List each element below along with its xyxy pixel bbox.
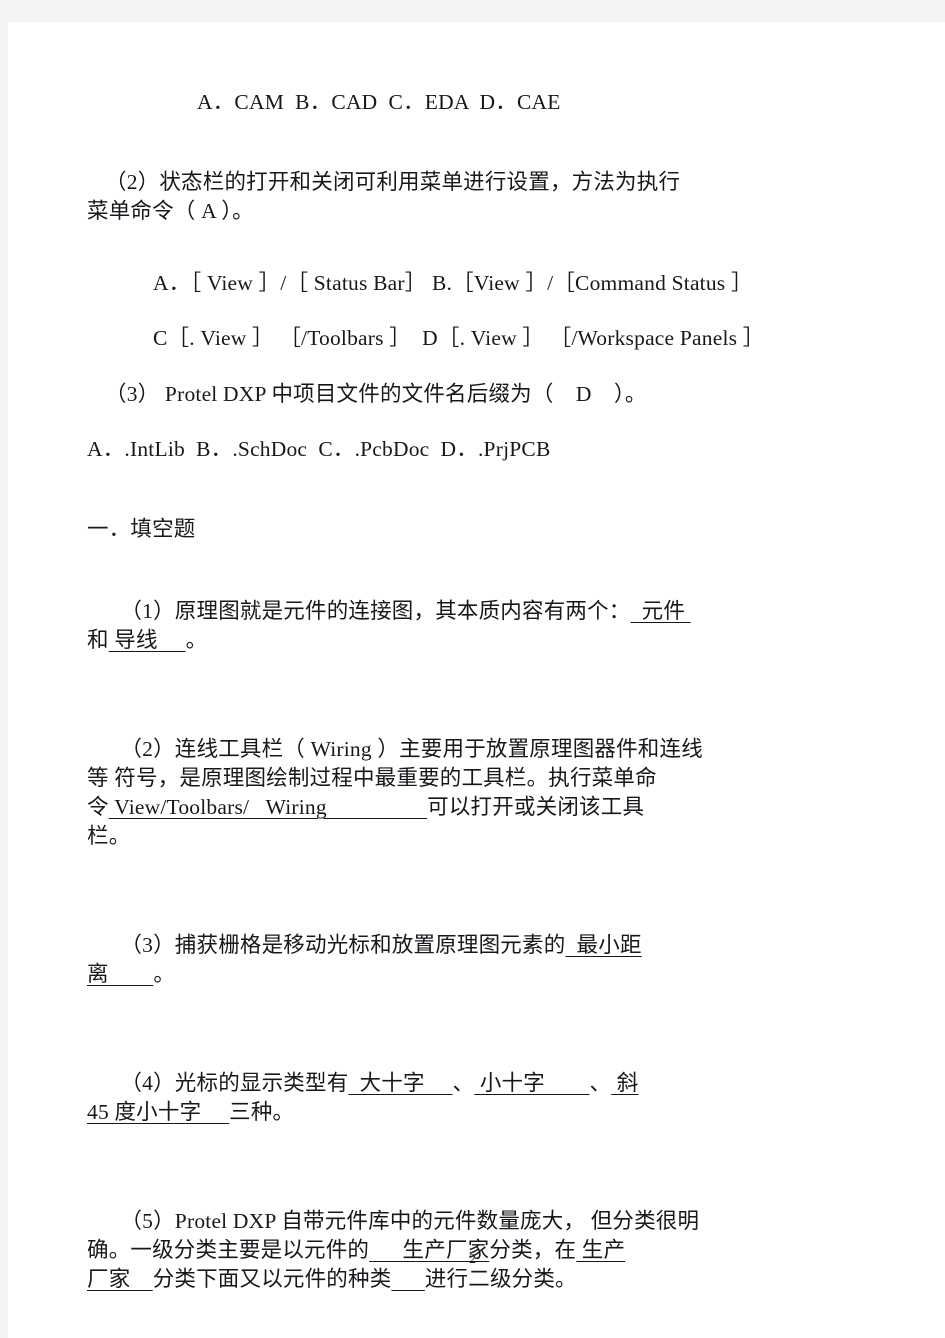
- fill-item-4-text-c: 、: [589, 1071, 612, 1095]
- fill-item-1-text-a: （1）原理图就是元件的连接图，其本质内容有两个：: [120, 599, 631, 623]
- fill-item-5: （5）Protel DXP 自带元件库中的元件数量庞大， 但分类很明 确。一级分…: [87, 1178, 830, 1323]
- fill-item-3: （3）捕获栅格是移动光标和放置原理图元素的 最小距 离 。: [87, 902, 830, 1018]
- fill-item-4-text-a: （4）光标的显示类型有: [120, 1071, 349, 1095]
- fill-item-4-blank-2: 小十字: [474, 1071, 590, 1095]
- q2-options-cd: C［. View ］ ［/Toolbars ］ D［. View ］ ［/Wor…: [153, 326, 765, 350]
- fill-item-2-blank-1: View/Toolbars/ Wiring: [108, 795, 428, 819]
- fill-item-3-text-c: 。: [153, 962, 176, 986]
- fill-item-1-text-b: 和: [87, 628, 109, 652]
- fill-item-5-text-d: 分类下面又以元件的种类: [152, 1267, 392, 1291]
- fill-item-4-blank-3: 斜: [611, 1071, 639, 1095]
- fill-item-5-blank-4: [391, 1267, 424, 1291]
- fill-item-4-blank-4: 45 度小十字: [87, 1100, 230, 1124]
- fill-item-5-text-e: 进行二级分类。: [424, 1267, 577, 1291]
- q3-stem: （3） Protel DXP 中项目文件的文件名后缀为（ D ）。: [105, 381, 647, 406]
- fill-item-1: （1）原理图就是元件的连接图，其本质内容有两个： 元件 和 导线 。: [87, 568, 830, 684]
- section-heading-fill-in-blank: 一．填空题: [87, 516, 196, 541]
- document-content: A．CAM B．CAD C．EDA D．CAE （2）状态栏的打开和关闭可利用菜…: [87, 90, 830, 1323]
- fill-item-4: （4）光标的显示类型有 大十字 、 小十字 、 斜 45 度小十字 三种。: [87, 1040, 830, 1156]
- fill-item-3-blank-1: 最小距: [565, 933, 642, 957]
- fill-item-4-blank-1: 大十字: [348, 1071, 453, 1095]
- fill-item-5-blank-3: 厂家: [87, 1267, 153, 1291]
- fill-item-2: （2）连线工具栏（ Wiring ）主要用于放置原理图器件和连线 等 符号，是原…: [87, 706, 830, 880]
- fill-item-1-blank-1: 元件: [630, 599, 691, 623]
- fill-item-4-text-b: 、: [452, 1071, 475, 1095]
- q2-options-ab: A．［ View ］/［ Status Bar］ B.［View ］/［Comm…: [153, 270, 753, 295]
- document-page: A．CAM B．CAD C．EDA D．CAE （2）状态栏的打开和关闭可利用菜…: [0, 0, 945, 1338]
- fill-item-3-text-a: （3）捕获栅格是移动光标和放置原理图元素的: [120, 933, 566, 957]
- page-number: 2: [469, 1252, 476, 1267]
- q2-stem-line-1: （2）状态栏的打开和关闭可利用菜单进行设置，方法为执行: [105, 169, 681, 194]
- fill-item-1-blank-2: 导线: [108, 628, 186, 652]
- q3-options-line: A．.IntLib B．.SchDoc C．.PcbDoc D．.PrjPCB: [87, 437, 551, 461]
- fill-item-4-text-e: 三种。: [229, 1100, 295, 1124]
- q1-options-line: A．CAM B．CAD C．EDA D．CAE: [197, 90, 561, 114]
- fill-item-3-blank-2: 离: [87, 962, 154, 986]
- fill-item-1-text-c: 。: [185, 628, 208, 652]
- q2-stem-line-2: 菜单命令（ A ）。: [87, 199, 254, 223]
